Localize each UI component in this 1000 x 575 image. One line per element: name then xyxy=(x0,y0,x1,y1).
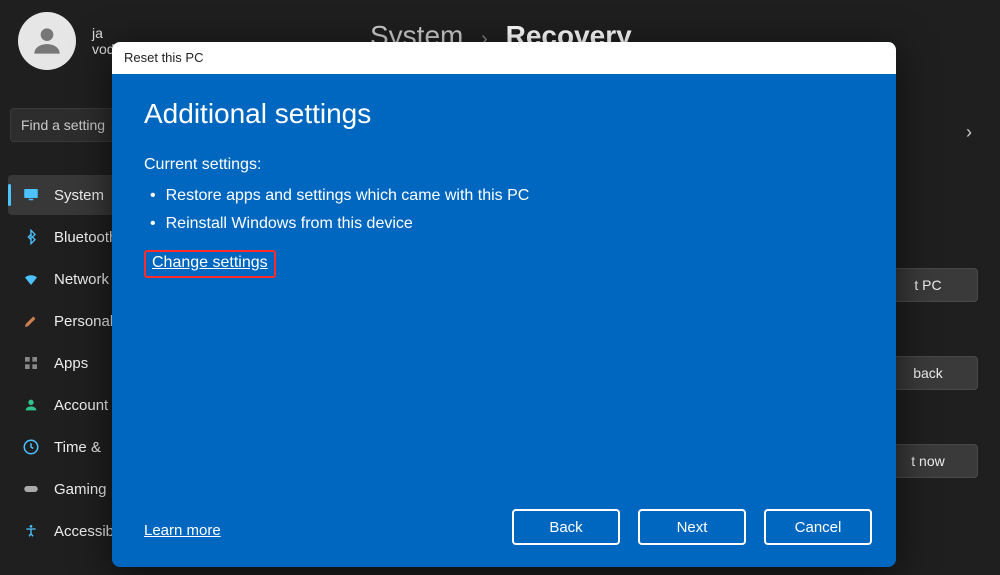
setting-item: Reinstall Windows from this device xyxy=(150,210,864,238)
sidebar-item-label: Bluetooth xyxy=(54,229,117,246)
dialog-heading: Additional settings xyxy=(144,98,864,130)
sidebar-item-label: Personal xyxy=(54,313,113,330)
learn-more-link[interactable]: Learn more xyxy=(144,522,221,539)
avatar[interactable] xyxy=(18,12,76,70)
next-button[interactable]: Next xyxy=(638,509,746,545)
apps-icon xyxy=(22,354,40,372)
current-settings-list: Restore apps and settings which came wit… xyxy=(150,182,864,238)
change-settings-link[interactable]: Change settings xyxy=(152,254,268,271)
dialog-titlebar: Reset this PC xyxy=(112,42,896,74)
back-button[interactable]: Back xyxy=(512,509,620,545)
dialog-title: Reset this PC xyxy=(124,50,203,65)
clock-icon xyxy=(22,438,40,456)
reset-pc-dialog: Reset this PC Additional settings Curren… xyxy=(112,42,896,567)
dialog-body: Additional settings Current settings: Re… xyxy=(112,74,896,302)
person-icon xyxy=(22,396,40,414)
search-placeholder: Find a setting xyxy=(21,117,105,133)
brush-icon xyxy=(22,312,40,330)
change-settings-highlight: Change settings xyxy=(144,250,276,278)
sidebar-item-label: Account xyxy=(54,397,108,414)
sidebar-item-label: Network xyxy=(54,271,109,288)
sidebar-item-label: Time & xyxy=(54,439,101,456)
dialog-buttons: Back Next Cancel xyxy=(512,509,872,545)
sidebar-item-label: Gaming xyxy=(54,481,107,498)
bluetooth-icon xyxy=(22,228,40,246)
expand-chevron-icon[interactable]: › xyxy=(966,122,972,143)
current-settings-label: Current settings: xyxy=(144,156,864,174)
accessibility-icon xyxy=(22,522,40,540)
sidebar-item-label: System xyxy=(54,187,104,204)
setting-item: Restore apps and settings which came wit… xyxy=(150,182,864,210)
person-icon xyxy=(28,22,66,60)
cancel-button[interactable]: Cancel xyxy=(764,509,872,545)
wifi-icon xyxy=(22,270,40,288)
monitor-icon xyxy=(22,186,40,204)
gamepad-icon xyxy=(22,480,40,498)
sidebar-item-label: Apps xyxy=(54,355,88,372)
user-name: ja xyxy=(92,25,115,41)
